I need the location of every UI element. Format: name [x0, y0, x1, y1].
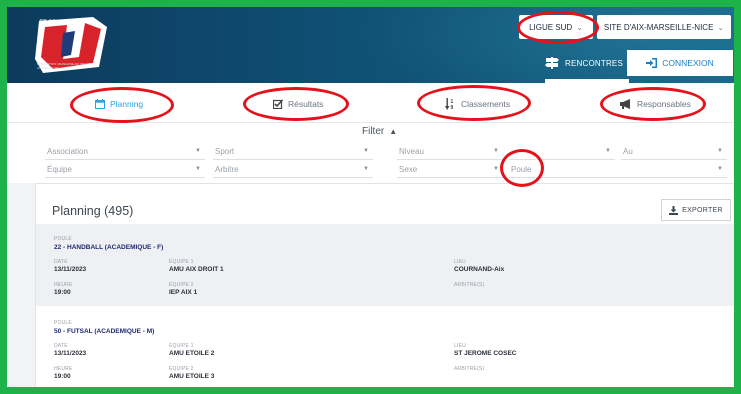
- site-header: FF SPORT U FÉDÉRATION FRANÇAISE DU SPORT…: [7, 7, 734, 83]
- tab-responsables-label: Responsables: [637, 99, 691, 109]
- tab-bar: Planning Résultats 1 9 Classements Respo: [7, 83, 734, 123]
- tab-resultats[interactable]: Résultats: [273, 95, 323, 113]
- filter-niveau[interactable]: Niveau ▼: [397, 143, 503, 160]
- heure-value: 19:00: [54, 289, 71, 296]
- filter-sexe[interactable]: Sexe ▼: [397, 161, 503, 178]
- svg-text:9: 9: [451, 105, 454, 110]
- chevron-down-icon: ⌄: [576, 22, 583, 32]
- planning-card: Planning (495) EXPORTER POULE 22 - HANDB…: [35, 183, 734, 387]
- planning-title: Planning (495): [52, 204, 134, 218]
- filter-niveau-label: Niveau: [399, 146, 424, 156]
- nav-rencontres[interactable]: RENCONTRES: [545, 52, 623, 74]
- filter-poule-label: Poule: [511, 164, 532, 174]
- caret-down-icon: ▼: [195, 148, 201, 154]
- lieu-label: LIEU: [454, 259, 466, 265]
- filter-title-label: Filter: [362, 126, 385, 137]
- logo-brand-text: FF SPORT U: [39, 20, 75, 26]
- filter-toggle[interactable]: Filter ▲︎: [362, 126, 397, 137]
- poule-label: POULE: [54, 320, 72, 326]
- export-button[interactable]: EXPORTER: [661, 199, 731, 221]
- page: FF SPORT U FÉDÉRATION FRANÇAISE DU SPORT…: [7, 7, 734, 387]
- calendar-icon: [95, 99, 105, 109]
- export-label: EXPORTER: [682, 206, 723, 214]
- poule-value[interactable]: 22 - HANDBALL (ACADEMIQUE - F): [54, 244, 163, 251]
- equipe2-value: IEP AIX 1: [169, 289, 198, 296]
- logo-tagline: FÉDÉRATION FRANÇAISE DU SPORT UNIVERSITA…: [37, 62, 91, 70]
- filter-du[interactable]: ▼: [509, 143, 615, 160]
- tab-planning-label: Planning: [110, 99, 144, 109]
- lieu-label: LIEU: [454, 343, 466, 349]
- sign-in-icon: [646, 58, 658, 68]
- caret-down-icon: ▼: [195, 166, 201, 172]
- arbitres-label: ARBITRE(S): [454, 282, 485, 288]
- lieu-value: COURNAND-Aix: [454, 266, 505, 273]
- date-value: 13/11/2023: [54, 266, 87, 273]
- match-entry[interactable]: POULE 22 - HANDBALL (ACADEMIQUE - F) DAT…: [36, 224, 734, 306]
- site-label: SITE D'AIX-MARSEILLE-NICE: [603, 22, 714, 32]
- caret-down-icon: ▼: [717, 166, 723, 172]
- caret-down-icon: ▼: [717, 148, 723, 154]
- equipe1-value: AMU AIX DROIT 1: [169, 266, 224, 273]
- heure-label: HEURE: [54, 366, 73, 372]
- caret-down-icon: ▼: [363, 166, 369, 172]
- signpost-icon: [545, 57, 559, 69]
- date-label: DATE: [54, 259, 68, 265]
- tab-classements[interactable]: 1 9 Classements: [445, 95, 510, 113]
- ligue-select[interactable]: LIGUE SUD ⌄: [519, 15, 593, 39]
- equipe2-label: ÉQUIPE 2: [169, 366, 194, 372]
- site-select[interactable]: SITE D'AIX-MARSEILLE-NICE ⌄: [597, 15, 731, 39]
- poule-label: POULE: [54, 236, 72, 242]
- caret-down-icon: ▼: [493, 166, 499, 172]
- nav-rencontres-label: RENCONTRES: [565, 58, 624, 68]
- tab-classements-label: Classements: [461, 99, 511, 109]
- filter-au[interactable]: Au ▼: [621, 143, 727, 160]
- filter-sexe-label: Sexe: [399, 164, 418, 174]
- tab-resultats-label: Résultats: [288, 99, 324, 109]
- tab-responsables[interactable]: Responsables: [620, 95, 691, 113]
- equipe2-value: AMU ETOILE 3: [169, 373, 215, 380]
- checkbox-icon: [273, 99, 283, 109]
- megaphone-icon: [620, 99, 630, 109]
- equipe2-label: ÉQUIPE 2: [169, 282, 194, 288]
- filter-sport-label: Sport: [215, 146, 235, 156]
- sort-numeric-icon: 1 9: [445, 98, 454, 110]
- connexion-button[interactable]: CONNEXION: [627, 50, 733, 76]
- equipe1-label: ÉQUIPE 1: [169, 259, 194, 265]
- download-icon: [669, 205, 679, 215]
- filter-arbitre[interactable]: Arbitre ▼: [213, 161, 373, 178]
- active-nav-indicator: [545, 79, 629, 83]
- filter-sport[interactable]: Sport ▼: [213, 143, 373, 160]
- chevron-down-icon: ⌄: [717, 22, 725, 32]
- equipe1-label: ÉQUIPE 1: [169, 343, 194, 349]
- filter-au-label: Au: [623, 146, 633, 156]
- tab-planning[interactable]: Planning: [95, 95, 143, 113]
- heure-value: 19:00: [54, 373, 71, 380]
- poule-value[interactable]: 50 - FUTSAL (ACADEMIQUE - M): [54, 328, 154, 335]
- equipe1-value: AMU ETOILE 2: [169, 350, 215, 357]
- filter-equipe-label: Équipe: [47, 164, 72, 174]
- caret-down-icon: ▼: [493, 148, 499, 154]
- caret-down-icon: ▼: [363, 148, 369, 154]
- date-value: 13/11/2023: [54, 350, 87, 357]
- arbitres-label: ARBITRE(S): [454, 366, 485, 372]
- filter-association[interactable]: Association ▼: [45, 143, 205, 160]
- caret-down-icon: ▼: [605, 148, 611, 154]
- filter-association-label: Association: [47, 146, 88, 156]
- ligue-label: LIGUE SUD: [529, 22, 573, 32]
- connexion-label: CONNEXION: [662, 58, 714, 68]
- filter-poule[interactable]: Poule ▼: [509, 161, 727, 178]
- screenshot-frame: FF SPORT U FÉDÉRATION FRANÇAISE DU SPORT…: [0, 0, 741, 394]
- filter-equipe[interactable]: Équipe ▼: [45, 161, 205, 178]
- match-entry[interactable]: POULE 50 - FUTSAL (ACADEMIQUE - M) DATE …: [36, 308, 734, 387]
- sort-icon: ▲︎: [389, 127, 398, 136]
- heure-label: HEURE: [54, 282, 73, 288]
- date-label: DATE: [54, 343, 68, 349]
- filter-panel: Filter ▲︎ Association ▼ Sport ▼ Niveau ▼ ▼ …: [7, 123, 734, 183]
- lieu-value: ST JEROME COSEC: [454, 350, 517, 357]
- filter-arbitre-label: Arbitre: [215, 164, 239, 174]
